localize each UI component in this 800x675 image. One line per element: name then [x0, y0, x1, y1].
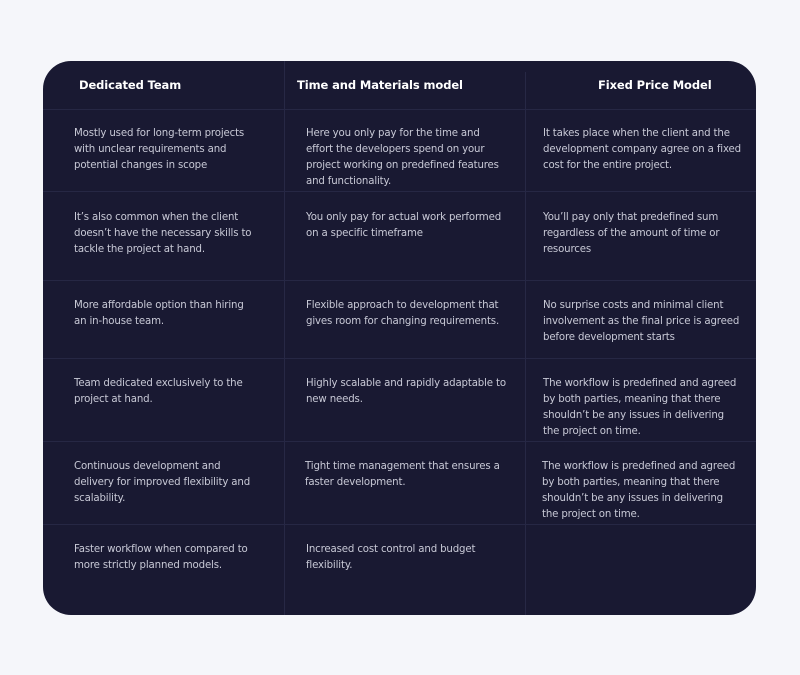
table-cell: Highly scalable and rapidly adaptable to… — [306, 378, 506, 405]
table-cell: You’ll pay only that predefined sum rega… — [543, 212, 720, 255]
table-cell: The workflow is predefined and agreed by… — [543, 378, 737, 437]
table-cell: No surprise costs and minimal client inv… — [543, 300, 740, 343]
table-cell: Flexible approach to development that gi… — [306, 300, 500, 327]
column-divider — [525, 72, 526, 615]
table-cell: Mostly used for long-term projects with … — [74, 128, 245, 171]
row-divider — [43, 524, 756, 525]
comparison-table: Dedicated Team Time and Materials model … — [43, 61, 756, 615]
row-divider — [43, 191, 756, 192]
table-cell: You only pay for actual work performed o… — [306, 212, 502, 239]
table-cell: Tight time management that ensures a fas… — [305, 461, 500, 488]
table-cell: Faster workflow when compared to more st… — [74, 544, 248, 571]
column-divider — [284, 61, 285, 615]
row-divider — [43, 358, 756, 359]
table-cell: The workflow is predefined and agreed by… — [542, 461, 736, 520]
row-divider — [43, 280, 756, 281]
table-cell: Increased cost control and budget flexib… — [306, 544, 476, 571]
column-header-dedicated-team: Dedicated Team — [79, 78, 182, 92]
row-divider — [43, 109, 756, 110]
row-divider — [43, 441, 756, 442]
table-cell: It takes place when the client and the d… — [543, 128, 741, 171]
table-cell: Continuous development and delivery for … — [74, 461, 251, 504]
table-cell: More affordable option than hiring an in… — [74, 300, 244, 327]
table-cell: Team dedicated exclusively to the projec… — [74, 378, 243, 405]
table-cell: Here you only pay for the time and effor… — [306, 128, 499, 187]
column-header-time-and-materials: Time and Materials model — [297, 78, 463, 92]
column-header-fixed-price: Fixed Price Model — [598, 78, 712, 92]
table-cell: It’s also common when the client doesn’t… — [74, 212, 252, 255]
